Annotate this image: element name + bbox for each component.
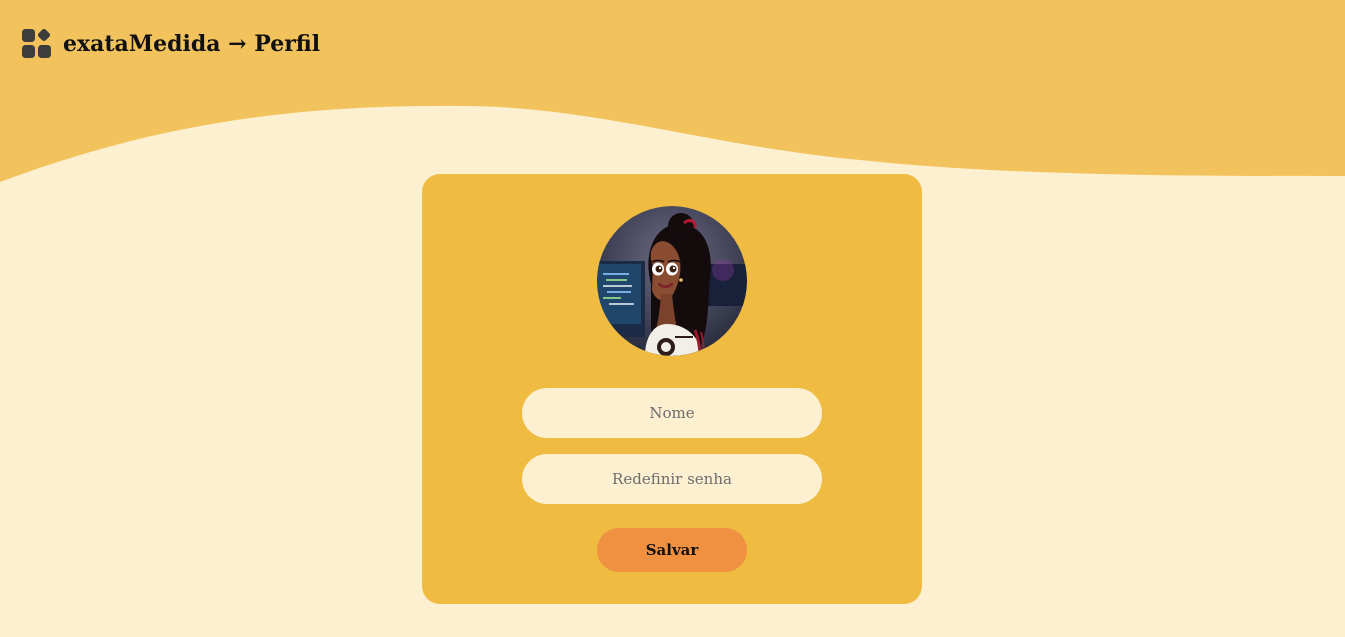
top-bar: exataMedida → Perfil — [22, 29, 320, 59]
save-button[interactable]: Salvar — [597, 528, 747, 572]
grid-apps-icon[interactable] — [22, 29, 52, 59]
name-input[interactable] — [522, 388, 822, 438]
reset-password-input[interactable] — [522, 454, 822, 504]
page-title: exataMedida → Perfil — [63, 31, 321, 57]
profile-card: Salvar — [422, 174, 922, 604]
avatar[interactable] — [597, 206, 747, 356]
